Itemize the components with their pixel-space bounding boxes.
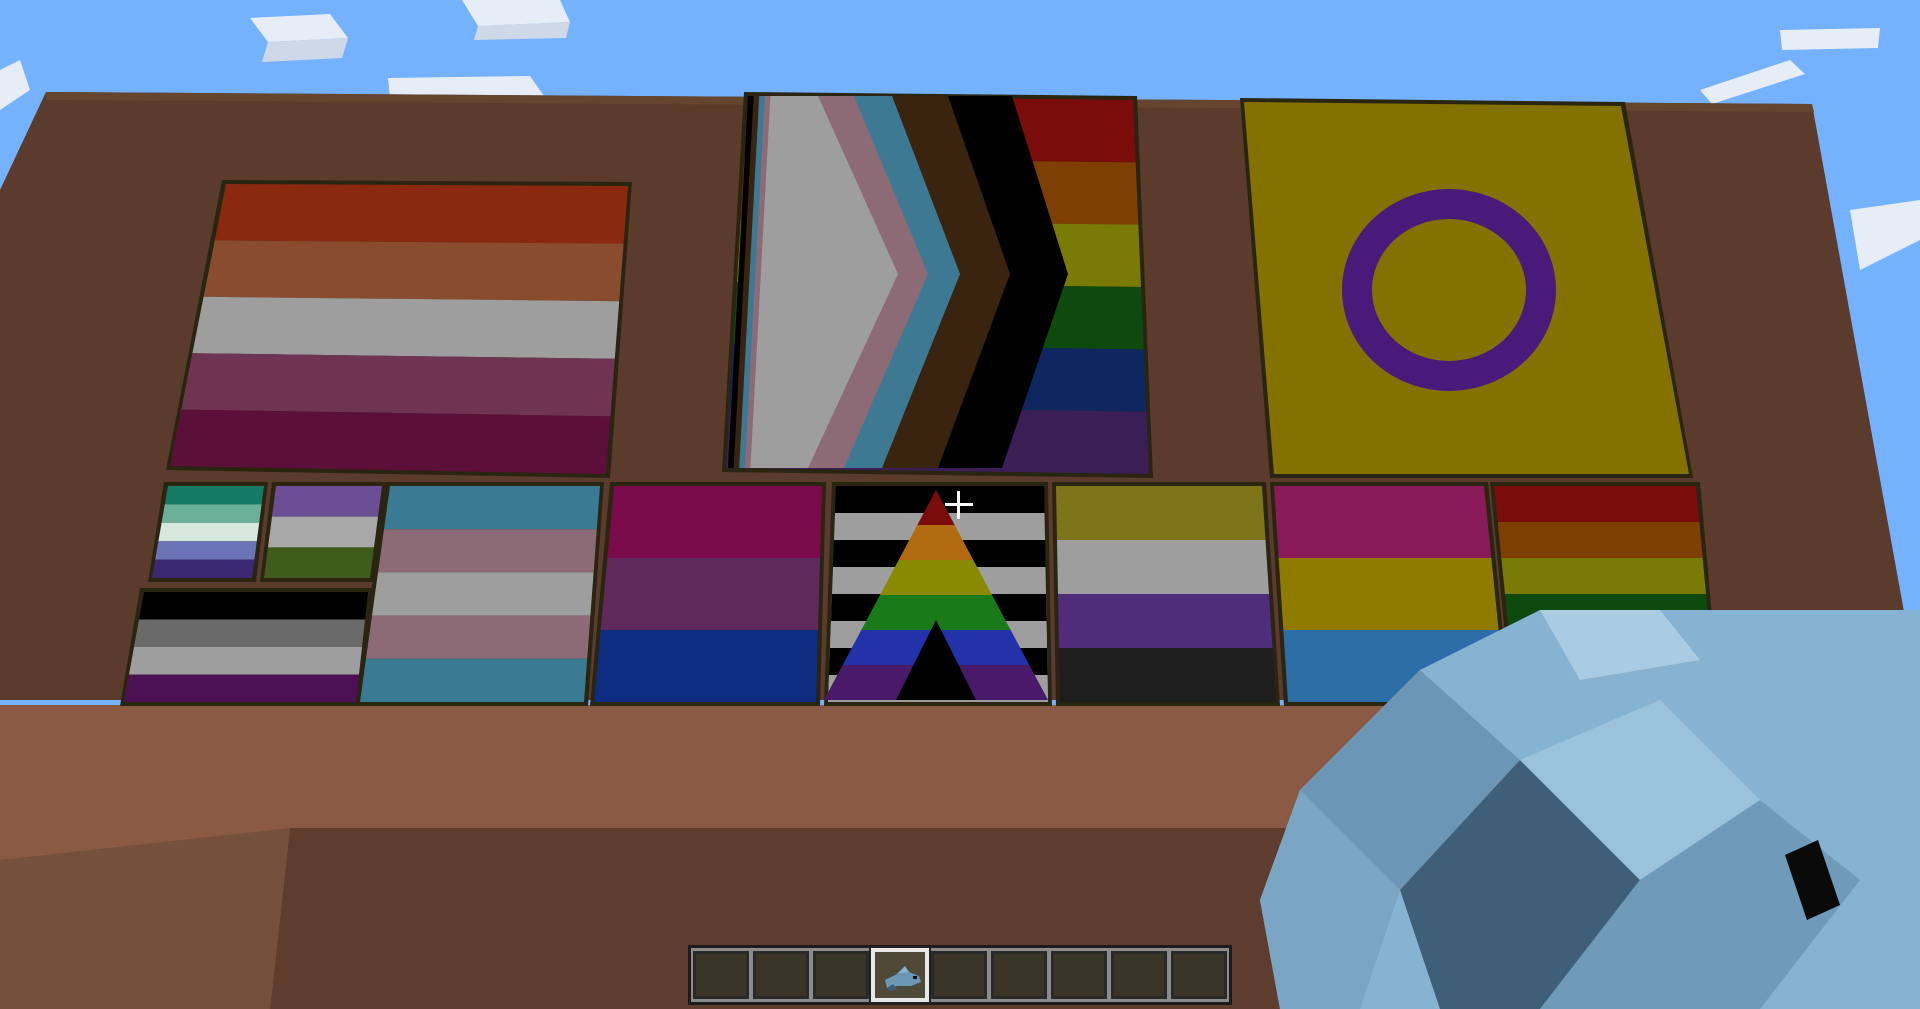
flag-stripe — [384, 486, 600, 530]
hotbar-slot-1[interactable] — [693, 951, 749, 999]
flag-nonbinary — [1052, 482, 1280, 706]
flag-stripe — [170, 409, 611, 474]
flag-field — [1244, 102, 1689, 474]
hotbar-slot-5[interactable] — [931, 951, 987, 999]
hotbar[interactable] — [688, 945, 1232, 1005]
flag-stripe — [1278, 558, 1499, 630]
flag-stripe — [1274, 486, 1492, 558]
hotbar-slot-2[interactable] — [753, 951, 809, 999]
flag-stripe — [214, 184, 629, 244]
flag-bisexual — [590, 482, 826, 706]
flag-intersex — [1240, 98, 1693, 478]
flag-stripe — [1501, 558, 1706, 594]
flag-stripe — [139, 592, 368, 620]
flag-lesbian — [166, 180, 632, 478]
flag-stripe — [124, 674, 359, 702]
flag-stripe — [161, 504, 262, 523]
flag-asexual — [120, 588, 372, 706]
flag-stripe — [264, 547, 374, 578]
hotbar-slot-8[interactable] — [1111, 951, 1167, 999]
flag-stripe — [164, 486, 264, 505]
flag-stripe — [1059, 648, 1276, 702]
flag-progress — [722, 92, 1153, 478]
flag-stripe — [203, 240, 624, 302]
hotbar-slot-9[interactable] — [1171, 951, 1227, 999]
hotbar-slot-4[interactable] — [869, 946, 931, 1004]
dolphin-icon — [885, 966, 921, 991]
flag-stripe — [360, 658, 588, 702]
flag-ally — [824, 482, 1052, 706]
flag-stripe — [1058, 594, 1273, 648]
flag-stripe — [134, 619, 365, 647]
flag-stripe — [192, 296, 620, 359]
flag-stripe — [158, 522, 260, 542]
hotbar-slot-3[interactable] — [813, 951, 869, 999]
flag-stripe — [152, 559, 255, 578]
flag-agender — [260, 482, 386, 582]
flag-stripe — [155, 541, 257, 560]
flag-stripe — [607, 486, 822, 558]
flag-mlm — [148, 482, 268, 582]
ally-triangle-band — [880, 560, 992, 595]
flag-stripe — [600, 558, 820, 630]
flag-stripe — [366, 615, 591, 659]
flag-stripe — [272, 486, 382, 517]
flag-stripe — [181, 353, 615, 417]
flag-stripe — [1497, 522, 1703, 558]
flag-stripe — [268, 516, 378, 548]
flag-stripe — [129, 647, 362, 675]
flag-stripe — [378, 529, 597, 573]
flag-stripe — [594, 630, 818, 702]
flag-stripe — [1057, 540, 1269, 594]
flag-stripe — [372, 572, 594, 616]
flag-stripe — [1494, 486, 1700, 522]
hotbar-slot-7[interactable] — [1051, 951, 1107, 999]
game-viewport[interactable] — [0, 0, 1920, 1009]
hotbar-slot-6[interactable] — [991, 951, 1047, 999]
flag-trans — [356, 482, 604, 706]
flags-wall — [120, 92, 1720, 706]
flag-stripe — [1056, 486, 1266, 540]
